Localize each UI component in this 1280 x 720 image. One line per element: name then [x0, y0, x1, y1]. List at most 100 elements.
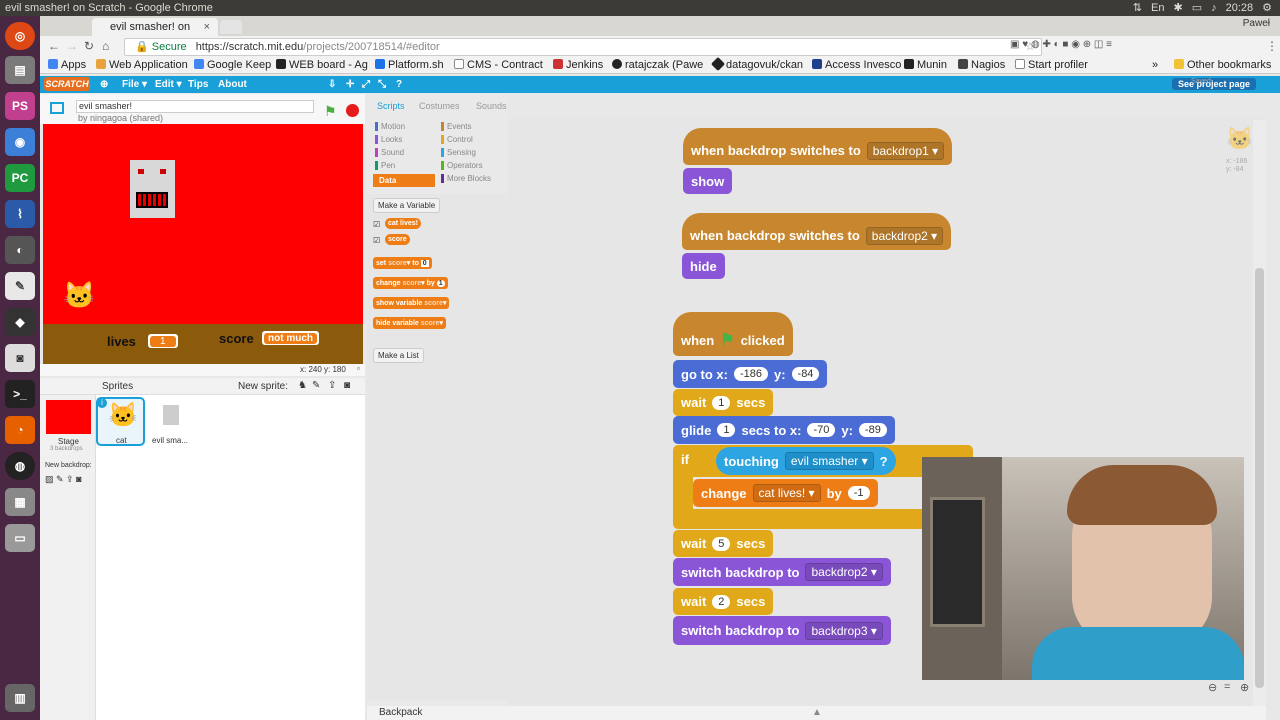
shrink-tool-icon[interactable]: ⤡: [378, 79, 386, 90]
menu-file[interactable]: File ▾: [122, 79, 147, 90]
wait-1-block[interactable]: wait 1 secs: [673, 389, 774, 416]
camera-app-icon[interactable]: ◐: [5, 236, 35, 264]
stage[interactable]: 🐱 lives 1 score not much: [43, 124, 363, 364]
text-editor-icon[interactable]: ✎: [5, 272, 35, 300]
backdrop1-dropdown[interactable]: backdrop1 ▾: [866, 141, 945, 160]
wait-2-block[interactable]: wait 2 secs: [673, 588, 774, 615]
back-icon[interactable]: ←: [48, 39, 60, 53]
scrollbar-thumb[interactable]: [1255, 268, 1264, 688]
goto-x-input[interactable]: -186: [733, 367, 768, 381]
drive-icon[interactable]: ▭: [5, 524, 35, 552]
variable-score[interactable]: score: [385, 234, 410, 245]
new-backdrop-tools-icon[interactable]: ▨ ✎ ⇪ ◙: [45, 474, 82, 485]
make-variable-button[interactable]: Make a Variable: [373, 198, 441, 213]
palette-show-variable-block[interactable]: show variable score▾: [373, 297, 450, 309]
trash-icon[interactable]: ▥: [5, 684, 35, 712]
zoom-reset-icon[interactable]: =: [1224, 681, 1230, 693]
glide-x-input[interactable]: -70: [807, 423, 836, 437]
bookmark-cms[interactable]: CMS - Contract: [454, 59, 543, 71]
go-to-xy-block[interactable]: go to x: -186 y: -84: [673, 360, 828, 388]
switch-backdrop-block-1[interactable]: switch backdrop to backdrop2 ▾: [673, 558, 891, 586]
category-looks[interactable]: Looks: [375, 135, 402, 144]
inkscape-icon[interactable]: ◆: [5, 308, 35, 336]
grow-tool-icon[interactable]: ⤢: [362, 79, 370, 90]
fullscreen-icon[interactable]: [50, 102, 64, 114]
help-tool-icon[interactable]: ?: [396, 79, 402, 90]
bookmark-start-profiler[interactable]: Start profiler: [1015, 59, 1088, 71]
menu-about[interactable]: About: [218, 79, 247, 90]
upload-sprite-icon[interactable]: ⇪: [328, 380, 336, 391]
wait-5-block[interactable]: wait 5 secs: [673, 530, 774, 557]
new-tab-button[interactable]: [220, 20, 242, 34]
tab-scripts[interactable]: Scripts: [377, 101, 405, 111]
wait-5-input[interactable]: 5: [712, 536, 731, 551]
sprite-cat[interactable]: i 🐱 cat: [96, 397, 145, 446]
touching-target-dropdown[interactable]: evil smasher ▾: [784, 452, 874, 470]
palette-change-block[interactable]: change score▾ by 1: [373, 277, 448, 289]
forward-icon[interactable]: →: [66, 39, 78, 53]
screenshot-icon[interactable]: ◙: [5, 344, 35, 372]
when-flag-clicked-block[interactable]: when ⚑ clicked: [673, 312, 793, 356]
tab-sounds[interactable]: Sounds: [476, 101, 507, 111]
clock[interactable]: 20:28: [1226, 0, 1254, 16]
battery-icon[interactable]: ▭: [1192, 0, 1202, 16]
scratch-logo[interactable]: SCRATCH: [44, 77, 90, 91]
bluetooth-icon[interactable]: ✱: [1173, 0, 1182, 16]
phpstorm-icon[interactable]: PS: [5, 92, 35, 120]
bookmark-access-invesco[interactable]: Access Invesco: [812, 59, 901, 71]
category-control[interactable]: Control: [441, 135, 473, 144]
evil-smasher-sprite[interactable]: [130, 160, 175, 218]
backpack-bar[interactable]: Backpack ▲: [367, 706, 1266, 720]
bookmark-nagios[interactable]: Nagios: [958, 59, 1005, 71]
when-backdrop-switches-block-2[interactable]: when backdrop switches to backdrop2 ▾: [682, 213, 952, 250]
script-area-scrollbar[interactable]: [1253, 120, 1266, 706]
choose-sprite-icon[interactable]: ♞: [298, 380, 307, 391]
small-stage-icon[interactable]: ▫: [357, 364, 360, 373]
bookmark-ratajczak[interactable]: ratajczak (Pawe: [612, 59, 703, 71]
wait-2-input[interactable]: 2: [712, 594, 731, 609]
make-list-button[interactable]: Make a List: [373, 348, 424, 363]
palette-set-block[interactable]: set score▾ to 0: [373, 257, 432, 269]
obs-icon[interactable]: ◍: [5, 452, 35, 480]
change-variable-dropdown[interactable]: cat lives! ▾: [752, 484, 821, 502]
see-project-page-button[interactable]: See project page: [1172, 78, 1257, 90]
paint-sprite-icon[interactable]: ✎: [312, 380, 320, 391]
variable-cat-lives[interactable]: cat lives!: [385, 218, 421, 229]
tab-costumes[interactable]: Costumes: [419, 101, 460, 111]
glide-block[interactable]: glide 1 secs to x: -70 y: -89: [673, 416, 895, 444]
bookmark-munin[interactable]: Munin: [904, 59, 947, 71]
menu-icon[interactable]: ⋮: [1266, 39, 1278, 53]
pycharm-icon[interactable]: PC: [5, 164, 35, 192]
profile-name[interactable]: Paweł: [1243, 18, 1270, 29]
wait-1-input[interactable]: 1: [712, 395, 731, 410]
bookmark-jenkins[interactable]: Jenkins: [553, 59, 603, 71]
firefox-icon[interactable]: ◔: [5, 416, 35, 444]
glide-y-input[interactable]: -89: [858, 423, 887, 437]
info-icon[interactable]: i: [97, 398, 107, 408]
touching-block[interactable]: touching evil smasher ▾ ?: [716, 447, 896, 475]
browser-tab[interactable]: evil smasher! on ×: [92, 18, 218, 36]
category-sound[interactable]: Sound: [375, 148, 404, 157]
extension-icons[interactable]: ▣ ♥ ◍ ✚ ◐ ■ ◉ ⊕ ◫ ≡: [1010, 39, 1112, 50]
category-operators[interactable]: Operators: [441, 161, 483, 170]
address-bar[interactable]: 🔒 Secure https://scratch.mit.edu/project…: [124, 38, 1042, 56]
bookmark-google-keep[interactable]: Google Keep: [194, 59, 271, 71]
cat-sprite[interactable]: 🐱: [63, 280, 95, 311]
category-data[interactable]: Data: [373, 174, 435, 187]
change-by-input[interactable]: -1: [847, 486, 870, 500]
stage-thumbnail[interactable]: [46, 400, 91, 434]
palette-hide-variable-block[interactable]: hide variable score▾: [373, 317, 446, 329]
cut-tool-icon[interactable]: ✛: [346, 79, 354, 90]
hide-block[interactable]: hide: [682, 253, 725, 279]
category-pen[interactable]: Pen: [375, 161, 395, 170]
menu-edit[interactable]: Edit ▾: [155, 79, 182, 90]
bookmark-web-board[interactable]: WEB board - Ag: [276, 59, 368, 71]
reload-icon[interactable]: ↻: [84, 39, 94, 53]
zoom-in-icon[interactable]: ⊕: [1240, 681, 1249, 694]
bookmark-platform[interactable]: Platform.sh: [375, 59, 444, 71]
show-block[interactable]: show: [683, 168, 733, 194]
files-icon[interactable]: ▤: [5, 56, 35, 84]
category-more-blocks[interactable]: More Blocks: [441, 174, 491, 183]
keyboard-icon[interactable]: En: [1151, 0, 1164, 16]
switch-backdrop-block-2[interactable]: switch backdrop to backdrop3 ▾: [673, 616, 891, 645]
